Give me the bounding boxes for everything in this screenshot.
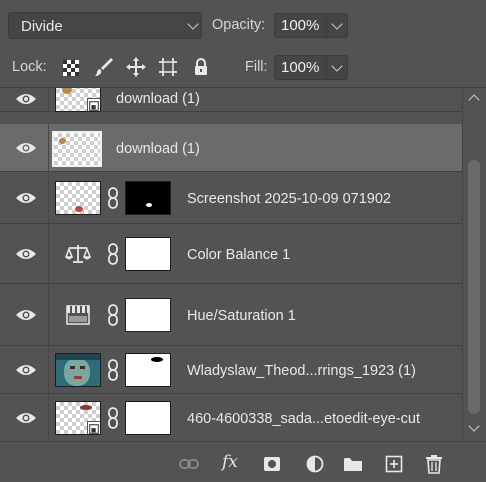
new-layer-icon[interactable] (384, 454, 404, 474)
layer-name[interactable]: Hue/Saturation 1 (187, 308, 296, 324)
layer-thumbnail[interactable] (55, 88, 101, 112)
layer-mask-thumbnail[interactable] (125, 181, 171, 215)
mask-link-chain-icon[interactable] (107, 407, 119, 429)
fill-value: 100% (281, 59, 320, 76)
visibility-eye-icon[interactable] (15, 92, 37, 106)
color-balance-scale-icon (65, 245, 91, 263)
layer-name[interactable]: 460-4600338_sada...etoedit-eye-cut (187, 411, 420, 427)
smart-object-badge-icon (87, 98, 100, 111)
layer-thumbnail[interactable] (55, 401, 101, 435)
layer-mask-thumbnail[interactable] (125, 353, 171, 387)
layer-row[interactable]: Wladyslaw_Theod...rrings_1923 (1) (0, 346, 462, 394)
lock-transparent-pixels-icon[interactable] (60, 57, 82, 79)
chevron-down-icon[interactable] (331, 60, 343, 72)
mask-link-chain-icon[interactable] (107, 359, 119, 381)
layer-thumbnail[interactable] (55, 181, 101, 215)
layers-panel-header: Divide Opacity: 100% Lock: Fill: 100% (0, 0, 486, 88)
layer-row-selected[interactable]: download (1) (0, 124, 462, 172)
layer-row[interactable]: Color Balance 1 (0, 224, 462, 284)
layer-thumbnail[interactable] (52, 131, 102, 167)
opacity-input[interactable]: 100% (274, 13, 348, 38)
chevron-down-icon[interactable] (331, 18, 343, 30)
visibility-eye-icon[interactable] (15, 247, 37, 261)
visibility-eye-icon[interactable] (15, 411, 37, 425)
visibility-eye-icon[interactable] (15, 363, 37, 377)
lock-label: Lock: (12, 59, 47, 75)
layer-row[interactable]: Hue/Saturation 1 (0, 284, 462, 346)
scroll-down-icon[interactable] (468, 420, 480, 432)
add-mask-icon[interactable] (262, 454, 282, 474)
lock-position-move-icon[interactable] (125, 56, 147, 78)
scrollbar-thumb[interactable] (468, 160, 480, 414)
visibility-eye-icon[interactable] (15, 141, 37, 155)
fill-input[interactable]: 100% (274, 55, 348, 80)
layer-name[interactable]: Screenshot 2025-10-09 071902 (187, 191, 391, 207)
layer-row[interactable]: 460-4600338_sada...etoedit-eye-cut (0, 394, 462, 441)
hue-saturation-icon (66, 305, 90, 325)
opacity-value: 100% (281, 17, 320, 34)
layer-name[interactable]: Wladyslaw_Theod...rrings_1923 (1) (187, 363, 416, 379)
opacity-label: Opacity: (212, 17, 266, 33)
fill-label: Fill: (245, 59, 268, 75)
layer-thumbnail-portrait[interactable] (55, 353, 101, 387)
layers-bottom-toolbar: fx (0, 441, 486, 482)
layer-row[interactable]: download (1) (0, 88, 462, 112)
blend-mode-value: Divide (21, 18, 63, 35)
blend-mode-select[interactable]: Divide (8, 12, 202, 39)
mask-link-chain-icon[interactable] (107, 187, 119, 209)
group-folder-icon[interactable] (343, 454, 363, 474)
lock-artboard-icon[interactable] (157, 56, 179, 78)
link-layers-icon[interactable] (179, 454, 199, 474)
visibility-eye-icon[interactable] (15, 308, 37, 322)
mask-link-chain-icon[interactable] (107, 304, 119, 326)
layer-name[interactable]: download (1) (116, 141, 200, 157)
layer-mask-thumbnail[interactable] (125, 401, 171, 435)
layers-list: download (1) download (1) Screenshot 202… (0, 88, 462, 441)
delete-trash-icon[interactable] (424, 454, 444, 474)
layer-mask-thumbnail[interactable] (125, 237, 171, 271)
layer-name[interactable]: download (1) (116, 91, 200, 107)
lock-all-padlock-icon[interactable] (190, 56, 212, 78)
layers-scrollbar[interactable] (462, 88, 486, 441)
lock-image-pixels-brush-icon[interactable] (93, 56, 115, 78)
layer-name[interactable]: Color Balance 1 (187, 247, 290, 263)
mask-link-chain-icon[interactable] (107, 243, 119, 265)
layer-mask-thumbnail[interactable] (125, 298, 171, 332)
scroll-up-icon[interactable] (468, 94, 480, 106)
smart-object-badge-icon (87, 421, 100, 434)
adjustment-layer-icon[interactable] (305, 454, 325, 474)
layer-row[interactable]: Screenshot 2025-10-09 071902 (0, 172, 462, 224)
chevron-down-icon (187, 18, 199, 30)
visibility-eye-icon[interactable] (15, 191, 37, 205)
fx-icon[interactable]: fx (222, 452, 242, 472)
